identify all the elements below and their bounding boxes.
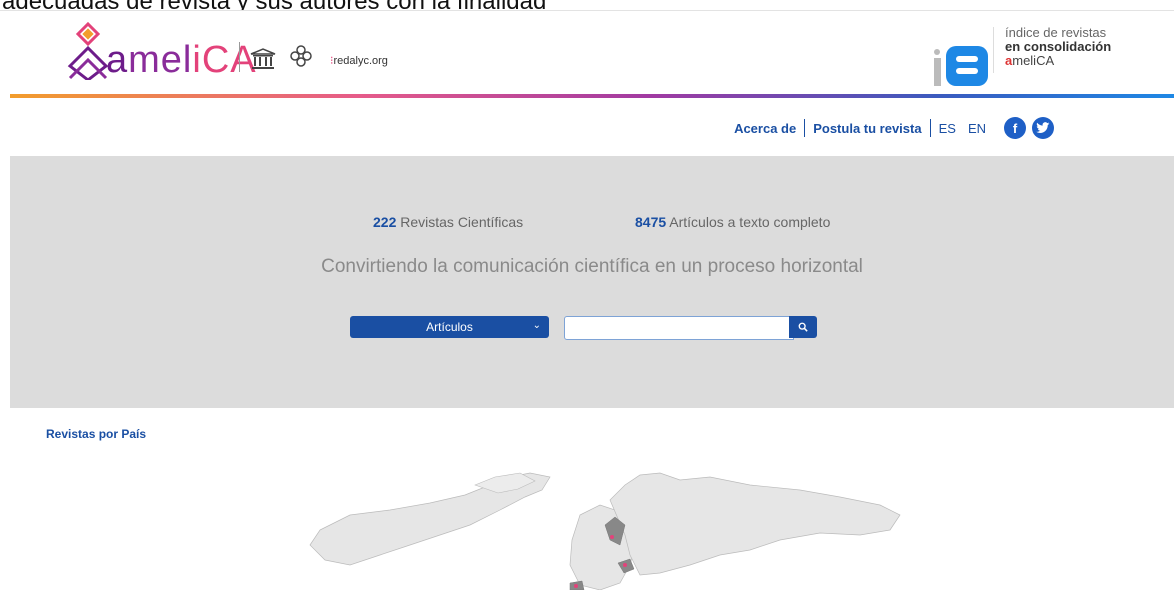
search-bar: Artículos ⌄ — [10, 316, 1174, 340]
search-type-select[interactable]: Artículos ⌄ — [350, 316, 549, 338]
tagline: Convirtiendo la comunicación científica … — [321, 256, 863, 277]
amelica-logo[interactable]: ameliCA — [66, 22, 256, 82]
search-icon — [798, 322, 808, 332]
lang-es-link[interactable]: ES — [939, 121, 956, 136]
twitter-icon[interactable] — [1032, 117, 1054, 139]
articles-label: Artículos a texto completo — [669, 214, 831, 230]
journals-count: 222 — [373, 214, 397, 230]
header: ameliCA ⁝redalyc.org índice de revistas … — [0, 12, 1174, 94]
countries-section-title: Revistas por País — [46, 427, 147, 441]
journals-stat: 222 Revistas Científicas — [373, 214, 523, 230]
map-marker[interactable] — [574, 584, 578, 588]
chevron-down-icon: ⌄ — [532, 320, 541, 331]
ia-title-line2: en consolidación — [1005, 39, 1112, 54]
articles-stat: 8475 Artículos a texto completo — [635, 214, 830, 230]
amelica-emblem-icon — [67, 22, 108, 80]
map-region-asia[interactable] — [609, 472, 901, 576]
top-nav: Acerca de Postula tu revista ES EN f — [734, 117, 1054, 139]
world-map[interactable] — [280, 455, 920, 590]
gradient-divider — [10, 94, 1174, 98]
ia-title: índice de revistas en consolidación amel… — [1005, 26, 1111, 68]
divider — [993, 27, 994, 73]
search-button[interactable] — [789, 316, 817, 338]
amelica-wordmark: ameliCA — [106, 39, 257, 81]
redalyc-label: redalyc.org — [333, 55, 388, 67]
facebook-icon[interactable]: f — [1004, 117, 1026, 139]
divider — [0, 10, 1174, 11]
divider — [804, 119, 806, 137]
clacso-logo-icon[interactable] — [290, 44, 312, 74]
nav-apply-link[interactable]: Postula tu revista — [813, 121, 921, 136]
ia-title-line3: ameliCA — [1005, 53, 1055, 68]
search-type-value: Artículos — [426, 320, 473, 334]
search-input[interactable] — [564, 316, 794, 340]
journals-label: Revistas Científicas — [400, 214, 524, 230]
cropped-text: adecuadas de revista y sus autores con l… — [0, 0, 1174, 10]
map-marker[interactable] — [623, 563, 627, 567]
unesco-logo-icon[interactable] — [250, 48, 276, 70]
nav-about-link[interactable]: Acerca de — [734, 121, 796, 136]
redalyc-logo[interactable]: ⁝redalyc.org — [330, 54, 388, 67]
map-marker[interactable] — [610, 535, 614, 539]
articles-count: 8475 — [635, 214, 667, 230]
divider — [239, 42, 240, 72]
lang-en-link[interactable]: EN — [968, 121, 986, 136]
ia-title-line1: índice de revistas — [1005, 25, 1107, 40]
ia-logo-icon[interactable] — [930, 32, 990, 92]
divider — [929, 119, 931, 137]
hero-banner: 222 Revistas Científicas 8475 Artículos … — [10, 156, 1174, 408]
